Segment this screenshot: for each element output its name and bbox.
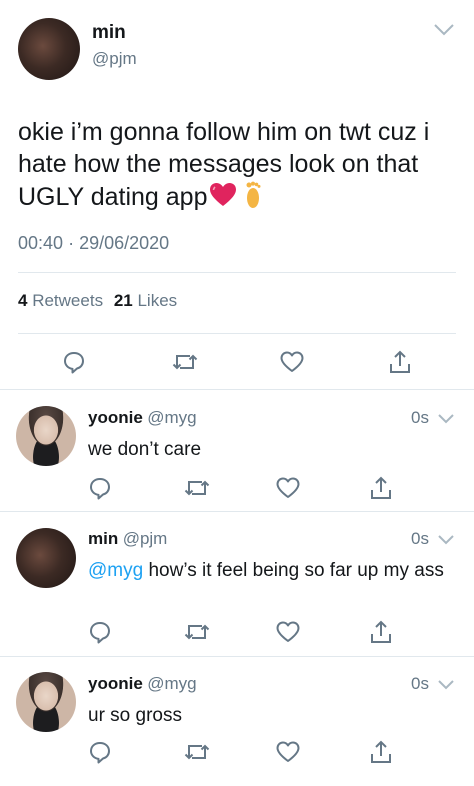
like-icon[interactable] <box>276 741 300 763</box>
avatar[interactable] <box>18 18 80 80</box>
retweets-stat[interactable]: 4 Retweets <box>18 291 108 310</box>
reply-header: yoonie @myg <box>88 674 197 694</box>
divider <box>0 656 474 657</box>
retweets-count: 4 <box>18 291 28 310</box>
reply-author-handle[interactable]: @myg <box>147 674 196 693</box>
tweet-timestamp: 00:40 · 29/06/2020 <box>18 233 169 254</box>
reply-author-name[interactable]: yoonie <box>88 674 143 693</box>
reply-header: yoonie @myg <box>88 408 197 428</box>
share-icon[interactable] <box>369 475 393 501</box>
divider <box>18 333 456 334</box>
reply-author-handle[interactable]: @pjm <box>123 529 168 548</box>
like-icon[interactable] <box>280 351 304 373</box>
like-icon[interactable] <box>276 621 300 643</box>
divider <box>0 389 474 390</box>
author-handle[interactable]: @pjm <box>92 49 137 69</box>
reply-author-handle[interactable]: @myg <box>147 408 196 427</box>
retweets-label: Retweets <box>32 291 104 310</box>
share-icon[interactable] <box>369 739 393 765</box>
reply-time: 0s <box>411 674 429 693</box>
chevron-down-icon[interactable] <box>437 534 455 546</box>
retweet-icon[interactable] <box>184 741 210 763</box>
avatar[interactable] <box>16 406 76 466</box>
reply-author-name[interactable]: yoonie <box>88 408 143 427</box>
heart-emoji <box>209 182 237 216</box>
tweet-date: 29/06/2020 <box>79 233 170 253</box>
likes-count: 21 <box>113 291 133 310</box>
reply-icon[interactable] <box>88 476 112 500</box>
reply-time: 0s <box>411 529 429 548</box>
reply-text: we don’t care <box>88 439 202 460</box>
reply-header: min @pjm <box>88 529 167 549</box>
tweet-text: okie i’m gonna follow him on twt cuz i h… <box>18 116 458 218</box>
likes-label: Likes <box>137 291 178 310</box>
reply-icon[interactable] <box>88 740 112 764</box>
like-icon[interactable] <box>276 477 300 499</box>
engagement-stats: 4 Retweets 21 Likes <box>18 291 177 311</box>
reply-time: 0s <box>411 408 429 427</box>
mention-link[interactable]: @myg <box>88 560 143 581</box>
divider <box>18 272 456 273</box>
reply-text-body: how’s it feel being so far up my ass <box>148 560 444 581</box>
tweet-time: 00:40 <box>18 233 64 253</box>
reply-icon[interactable] <box>62 350 86 374</box>
retweet-icon[interactable] <box>184 621 210 643</box>
reply-text: @myg how’s it feel being so far up my as… <box>88 558 448 583</box>
chevron-down-icon[interactable] <box>437 679 455 691</box>
avatar[interactable] <box>16 672 76 732</box>
author-name[interactable]: min <box>92 22 126 44</box>
chevron-down-icon[interactable] <box>437 413 455 425</box>
reply-author-name[interactable]: min <box>88 529 118 548</box>
reply-icon[interactable] <box>88 620 112 644</box>
share-icon[interactable] <box>388 349 412 375</box>
chevron-down-icon[interactable] <box>432 22 456 38</box>
separator-dot: · <box>68 233 75 253</box>
share-icon[interactable] <box>369 619 393 645</box>
retweet-icon[interactable] <box>172 351 198 373</box>
foot-emoji <box>243 180 263 218</box>
likes-stat[interactable]: 21 Likes <box>114 291 177 310</box>
reply-text: ur so gross <box>88 705 182 726</box>
avatar[interactable] <box>16 528 76 588</box>
retweet-icon[interactable] <box>184 477 210 499</box>
divider <box>0 511 474 512</box>
